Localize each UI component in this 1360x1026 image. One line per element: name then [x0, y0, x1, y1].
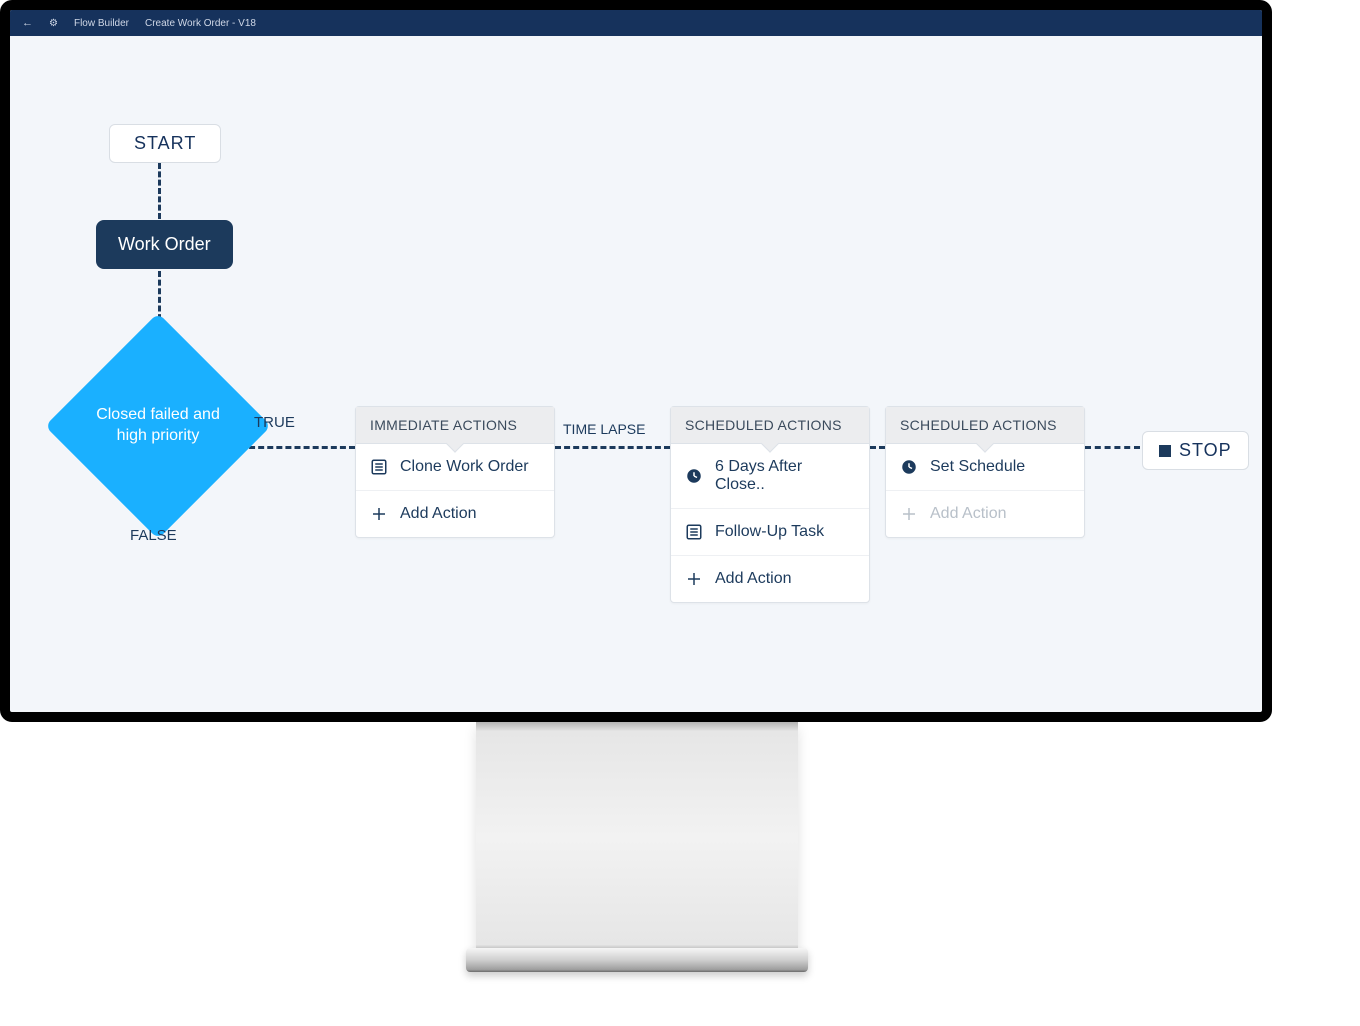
start-node[interactable]: START	[109, 124, 221, 163]
connector-scheduled1-to-scheduled2	[870, 446, 885, 449]
record-node-work-order[interactable]: Work Order	[96, 220, 233, 269]
app-name: Flow Builder	[74, 18, 129, 29]
card-header-scheduled1: SCHEDULED ACTIONS	[671, 407, 869, 444]
action-label: Add Action	[715, 570, 792, 588]
stop-icon	[1159, 445, 1171, 457]
add-action-scheduled2: Add Action	[886, 491, 1084, 537]
card-header-scheduled2: SCHEDULED ACTIONS	[886, 407, 1084, 444]
card-scheduled-actions-2[interactable]: SCHEDULED ACTIONS Set Schedule Add Actio…	[885, 406, 1085, 538]
card-scheduled-actions-1[interactable]: SCHEDULED ACTIONS 6 Days After Close.. F…	[670, 406, 870, 603]
card-immediate-actions[interactable]: IMMEDIATE ACTIONS Clone Work Order Add A…	[355, 406, 555, 538]
edge-true-label: TRUE	[254, 414, 295, 431]
flow-name: Create Work Order - V18	[145, 18, 256, 29]
start-label: START	[134, 133, 196, 154]
list-icon	[370, 458, 388, 476]
stop-label: STOP	[1179, 440, 1232, 461]
edge-timelapse-label: TIME LAPSE	[563, 421, 645, 437]
connector-immediate-to-scheduled1	[555, 446, 670, 449]
card-header-immediate: IMMEDIATE ACTIONS	[356, 407, 554, 444]
top-bar: ← ⚙ Flow Builder Create Work Order - V18	[10, 10, 1262, 36]
list-icon	[685, 523, 703, 541]
add-action-immediate[interactable]: Add Action	[356, 491, 554, 537]
flow-canvas[interactable]: START Work Order Closed failed and high …	[10, 36, 1262, 712]
decision-label: Closed failed and high priority	[96, 405, 220, 447]
back-arrow-icon[interactable]: ←	[22, 17, 33, 29]
action-label: 6 Days After Close..	[715, 458, 855, 494]
action-follow-up-task[interactable]: Follow-Up Task	[671, 509, 869, 556]
plus-icon	[900, 505, 918, 523]
decision-node[interactable]: Closed failed and high priority	[78, 346, 238, 506]
plus-icon	[685, 570, 703, 588]
connector-start-to-record	[158, 163, 161, 219]
action-label: Set Schedule	[930, 458, 1025, 476]
action-label: Add Action	[930, 505, 1007, 523]
monitor-base	[466, 948, 808, 972]
monitor-stand	[476, 722, 798, 954]
schedule-6-days-after[interactable]: 6 Days After Close..	[671, 444, 869, 509]
record-label: Work Order	[118, 234, 211, 254]
action-label: Clone Work Order	[400, 458, 529, 476]
stop-node[interactable]: STOP	[1142, 431, 1249, 470]
add-action-scheduled1[interactable]: Add Action	[671, 556, 869, 602]
clock-icon	[900, 458, 918, 476]
flow-builder-icon: ⚙	[49, 18, 58, 29]
plus-icon	[370, 505, 388, 523]
edge-false-label: FALSE	[130, 527, 177, 544]
connector-scheduled2-to-stop	[1085, 446, 1140, 449]
action-label: Follow-Up Task	[715, 523, 824, 541]
action-label: Add Action	[400, 505, 477, 523]
monitor-screen: ← ⚙ Flow Builder Create Work Order - V18…	[0, 0, 1272, 722]
connector-decision-to-immediate	[240, 446, 355, 449]
clock-icon	[685, 467, 703, 485]
